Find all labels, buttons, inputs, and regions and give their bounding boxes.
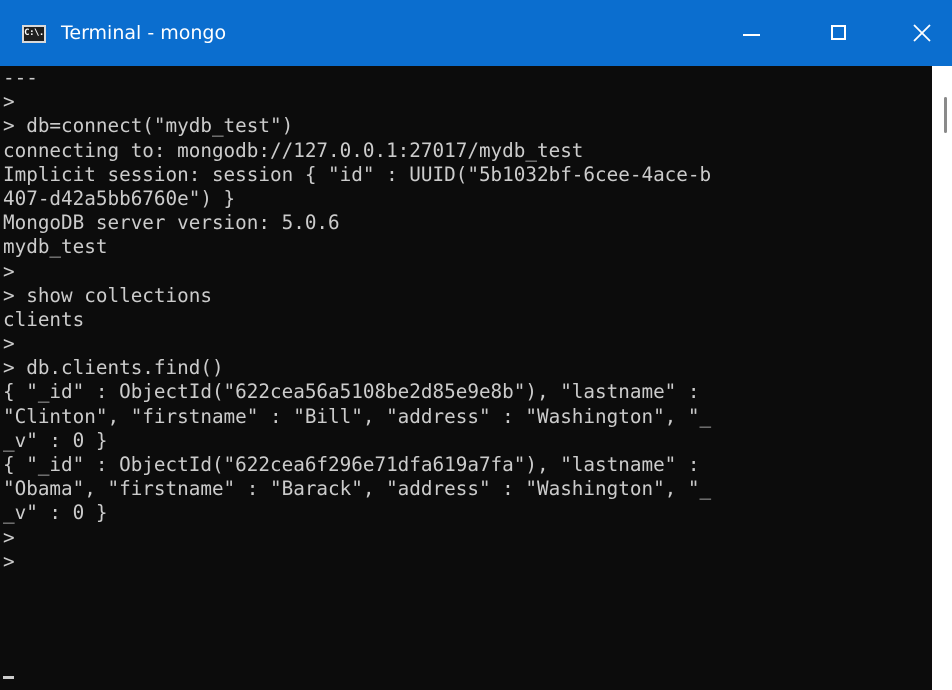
maximize-icon [831, 25, 846, 40]
terminal-line: Implicit session: session { "id" : UUID(… [3, 162, 712, 186]
terminal-line: > [3, 525, 15, 549]
vertical-scrollbar[interactable] [932, 66, 952, 690]
terminal-line: > db=connect("mydb_test") [3, 114, 294, 138]
terminal-output-area[interactable]: --- > > db=connect("mydb_test") connecting … [0, 66, 932, 690]
scrollbar-thumb[interactable] [944, 97, 947, 133]
terminal-line: connecting to: mongodb://127.0.0.1:27017… [3, 138, 584, 162]
terminal-app-icon: C:\. [22, 25, 46, 43]
title-bar[interactable]: C:\. Terminal - mongo [0, 0, 952, 66]
terminal-line: 407-d42a5bb6760e") } [3, 186, 236, 210]
terminal-line: --- [3, 66, 38, 89]
close-icon [913, 24, 931, 42]
terminal-line: "Clinton", "firstname" : "Bill", "addres… [3, 404, 712, 428]
terminal-line: clients [3, 307, 85, 331]
terminal-line: > [3, 549, 15, 573]
terminal-window: C:\. Terminal - mongo --- > > db=connect("… [0, 0, 952, 690]
window-title: Terminal - mongo [61, 22, 227, 44]
terminal-line: > db.clients.find() [3, 356, 224, 380]
terminal-line: MongoDB server version: 5.0.6 [3, 211, 340, 235]
terminal-line: mydb_test [3, 235, 108, 259]
text-cursor [3, 676, 14, 679]
terminal-line: > [3, 332, 15, 356]
terminal-output: --- > > db=connect("mydb_test") connecting … [0, 66, 932, 574]
terminal-line: { "_id" : ObjectId("622cea56a5108be2d85e… [3, 380, 700, 404]
maximize-button[interactable] [812, 0, 868, 66]
terminal-line: { "_id" : ObjectId("622cea6f296e71dfa619… [3, 453, 700, 476]
minimize-icon [743, 34, 760, 36]
terminal-line: > show collections [3, 283, 212, 307]
terminal-line: > [3, 90, 15, 114]
terminal-line: _v" : 0 } [3, 428, 108, 452]
terminal-line: > [3, 259, 15, 283]
terminal-line: _v" : 0 } [3, 501, 108, 525]
terminal-line: "Obama", "firstname" : "Barack", "addres… [3, 477, 712, 501]
minimize-button[interactable] [724, 0, 780, 66]
close-button[interactable] [893, 0, 949, 66]
